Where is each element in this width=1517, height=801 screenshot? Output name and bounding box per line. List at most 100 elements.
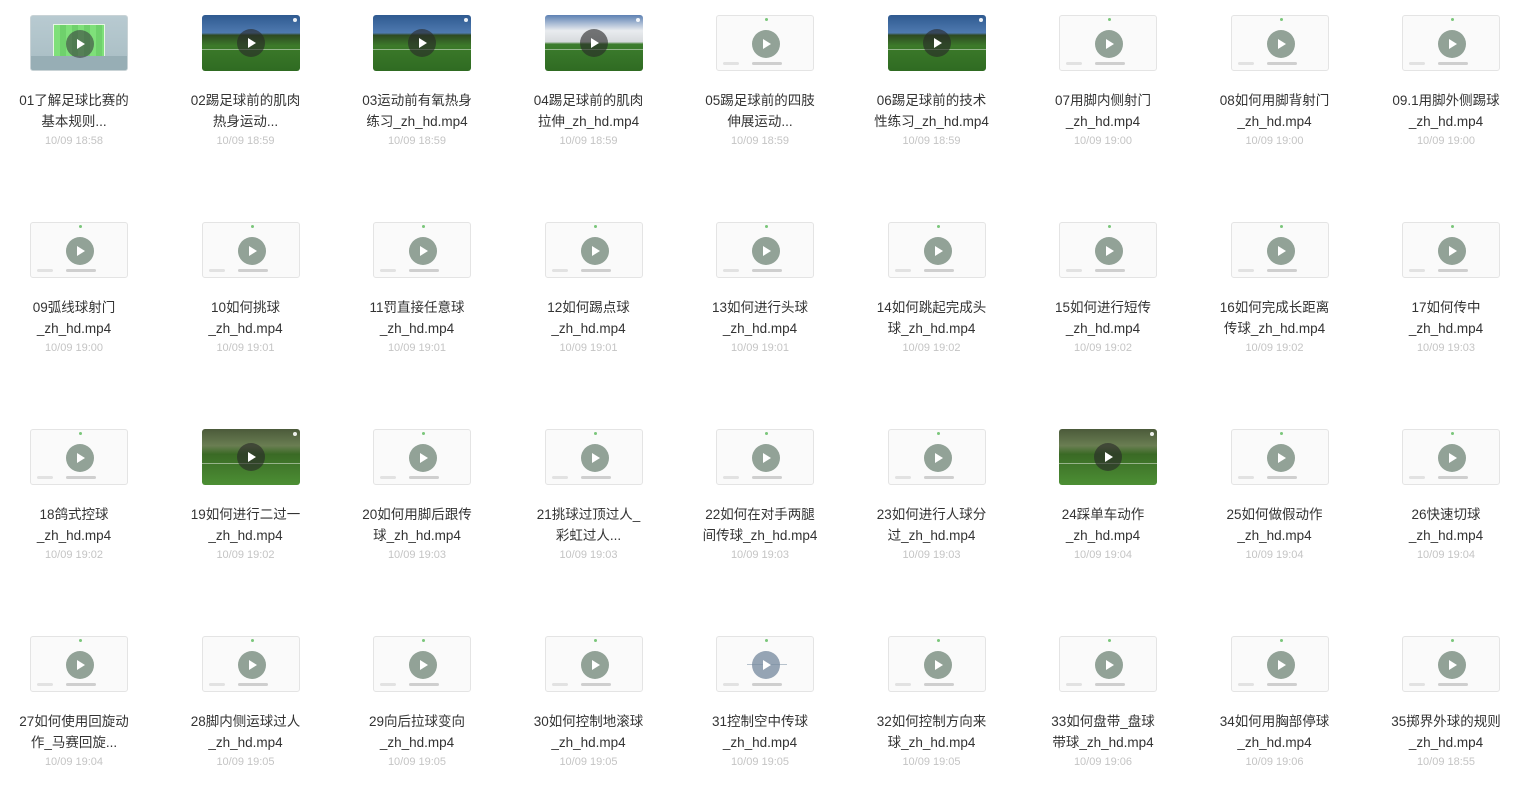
file-name[interactable]: 24踩单车动作 _zh_hd.mp4 (1023, 504, 1183, 546)
file-name[interactable]: 27如何使用回旋动 作_马赛回旋... (0, 711, 154, 753)
video-thumbnail[interactable] (544, 636, 643, 692)
play-icon[interactable] (237, 237, 266, 265)
file-name[interactable]: 25如何做假动作 _zh_hd.mp4 (1195, 504, 1355, 546)
video-thumbnail[interactable] (1402, 222, 1500, 278)
play-icon[interactable] (580, 237, 609, 265)
video-thumbnail[interactable] (201, 15, 300, 71)
file-tile[interactable]: 25如何做假动作 _zh_hd.mp4 10/09 19:04 (1195, 414, 1367, 594)
file-name[interactable]: 08如何用脚背射门 _zh_hd.mp4 (1195, 90, 1355, 132)
file-tile[interactable]: 24踩单车动作 _zh_hd.mp4 10/09 19:04 (1023, 414, 1195, 594)
file-name[interactable]: 03运动前有氧热身 练习_zh_hd.mp4 (337, 90, 497, 132)
video-thumbnail[interactable] (887, 429, 986, 485)
video-thumbnail[interactable] (373, 636, 471, 692)
play-icon[interactable] (408, 29, 436, 57)
file-name[interactable]: 14如何跳起完成头 球_zh_hd.mp4 (852, 297, 1012, 339)
play-icon[interactable] (752, 237, 780, 265)
play-icon[interactable] (1438, 444, 1466, 472)
file-tile[interactable]: 13如何进行头球 _zh_hd.mp4 10/09 19:01 (680, 207, 852, 387)
play-icon[interactable] (752, 444, 780, 472)
file-name[interactable]: 21挑球过顶过人_ 彩虹过人... (509, 504, 669, 546)
video-thumbnail[interactable] (1230, 636, 1329, 692)
file-name[interactable]: 07用脚内侧射门 _zh_hd.mp4 (1023, 90, 1183, 132)
file-tile[interactable]: 18鸽式控球 _zh_hd.mp4 10/09 19:02 (0, 414, 166, 594)
play-icon[interactable] (66, 651, 94, 679)
file-tile[interactable]: 31控制空中传球 _zh_hd.mp4 10/09 19:05 (680, 621, 852, 801)
file-tile[interactable]: 16如何完成长距离 传球_zh_hd.mp4 10/09 19:02 (1195, 207, 1367, 387)
file-name[interactable]: 15如何进行短传 _zh_hd.mp4 (1023, 297, 1183, 339)
file-name[interactable]: 26快速切球 _zh_hd.mp4 (1366, 504, 1517, 546)
file-name[interactable]: 17如何传中 _zh_hd.mp4 (1366, 297, 1517, 339)
file-name[interactable]: 13如何进行头球 _zh_hd.mp4 (680, 297, 840, 339)
file-name[interactable]: 28脚内侧运球过人 _zh_hd.mp4 (166, 711, 326, 753)
video-thumbnail[interactable] (1402, 15, 1500, 71)
play-icon[interactable] (580, 444, 609, 472)
video-thumbnail[interactable] (1402, 429, 1500, 485)
play-icon[interactable] (1266, 651, 1295, 679)
file-tile[interactable]: 09.1用脚外侧踢球 _zh_hd.mp4 10/09 19:00 (1366, 0, 1517, 180)
video-thumbnail[interactable] (1402, 636, 1500, 692)
play-icon[interactable] (236, 29, 265, 57)
file-name[interactable]: 20如何用脚后跟传 球_zh_hd.mp4 (337, 504, 497, 546)
video-thumbnail[interactable] (30, 15, 128, 71)
video-thumbnail[interactable] (1230, 429, 1329, 485)
file-name[interactable]: 02踢足球前的肌肉 热身运动... (166, 90, 326, 132)
play-icon[interactable] (1438, 237, 1466, 265)
file-tile[interactable]: 26快速切球 _zh_hd.mp4 10/09 19:04 (1366, 414, 1517, 594)
video-thumbnail[interactable] (716, 222, 814, 278)
file-tile[interactable]: 11罚直接任意球 _zh_hd.mp4 10/09 19:01 (337, 207, 509, 387)
file-tile[interactable]: 20如何用脚后跟传 球_zh_hd.mp4 10/09 19:03 (337, 414, 509, 594)
video-thumbnail[interactable] (1230, 15, 1329, 71)
play-icon[interactable] (1095, 651, 1123, 679)
file-tile[interactable]: 21挑球过顶过人_ 彩虹过人... 10/09 19:03 (509, 414, 681, 594)
file-name[interactable]: 18鸽式控球 _zh_hd.mp4 (0, 504, 154, 546)
play-icon[interactable] (66, 444, 94, 472)
file-tile[interactable]: 03运动前有氧热身 练习_zh_hd.mp4 10/09 18:59 (337, 0, 509, 180)
video-thumbnail[interactable] (30, 636, 128, 692)
play-icon[interactable] (66, 237, 94, 265)
play-icon[interactable] (236, 443, 265, 471)
file-tile[interactable]: 01了解足球比赛的 基本规则... 10/09 18:58 (0, 0, 166, 180)
play-icon[interactable] (922, 29, 951, 57)
play-icon[interactable] (579, 29, 608, 57)
file-tile[interactable]: 08如何用脚背射门 _zh_hd.mp4 10/09 19:00 (1195, 0, 1367, 180)
video-thumbnail[interactable] (201, 636, 300, 692)
file-tile[interactable]: 27如何使用回旋动 作_马赛回旋... 10/09 19:04 (0, 621, 166, 801)
file-tile[interactable]: 29向后拉球变向 _zh_hd.mp4 10/09 19:05 (337, 621, 509, 801)
file-tile[interactable]: 05踢足球前的四肢 伸展运动... 10/09 18:59 (680, 0, 852, 180)
file-name[interactable]: 11罚直接任意球 _zh_hd.mp4 (337, 297, 497, 339)
video-thumbnail[interactable] (716, 429, 814, 485)
file-tile[interactable]: 12如何踢点球 _zh_hd.mp4 10/09 19:01 (509, 207, 681, 387)
file-name[interactable]: 06踢足球前的技术 性练习_zh_hd.mp4 (852, 90, 1012, 132)
play-icon[interactable] (237, 651, 266, 679)
file-tile[interactable]: 32如何控制方向来 球_zh_hd.mp4 10/09 19:05 (852, 621, 1024, 801)
file-name[interactable]: 16如何完成长距离 传球_zh_hd.mp4 (1195, 297, 1355, 339)
play-icon[interactable] (1094, 443, 1122, 471)
file-name[interactable]: 09.1用脚外侧踢球 _zh_hd.mp4 (1366, 90, 1517, 132)
play-icon[interactable] (409, 444, 437, 472)
video-thumbnail[interactable] (887, 15, 986, 71)
file-name[interactable]: 09弧线球射门 _zh_hd.mp4 (0, 297, 154, 339)
play-icon[interactable] (923, 237, 952, 265)
file-name[interactable]: 34如何用胸部停球 _zh_hd.mp4 (1195, 711, 1355, 753)
file-tile[interactable]: 06踢足球前的技术 性练习_zh_hd.mp4 10/09 18:59 (852, 0, 1024, 180)
video-thumbnail[interactable] (30, 222, 128, 278)
play-icon[interactable] (1095, 30, 1123, 58)
video-thumbnail[interactable] (1059, 222, 1157, 278)
play-icon[interactable] (66, 30, 94, 58)
file-name[interactable]: 01了解足球比赛的 基本规则... (0, 90, 154, 132)
file-name[interactable]: 31控制空中传球 _zh_hd.mp4 (680, 711, 840, 753)
play-icon[interactable] (1095, 237, 1123, 265)
file-name[interactable]: 35掷界外球的规则 _zh_hd.mp4 (1366, 711, 1517, 753)
file-tile[interactable]: 15如何进行短传 _zh_hd.mp4 10/09 19:02 (1023, 207, 1195, 387)
file-tile[interactable]: 33如何盘带_盘球 带球_zh_hd.mp4 10/09 19:06 (1023, 621, 1195, 801)
video-thumbnail[interactable] (1230, 222, 1329, 278)
video-thumbnail[interactable] (373, 429, 471, 485)
file-tile[interactable]: 14如何跳起完成头 球_zh_hd.mp4 10/09 19:02 (852, 207, 1024, 387)
play-icon[interactable] (752, 30, 780, 58)
video-thumbnail[interactable] (544, 222, 643, 278)
play-icon[interactable] (409, 237, 437, 265)
file-name[interactable]: 33如何盘带_盘球 带球_zh_hd.mp4 (1023, 711, 1183, 753)
file-name[interactable]: 30如何控制地滚球 _zh_hd.mp4 (509, 711, 669, 753)
video-thumbnail[interactable] (544, 429, 643, 485)
file-name[interactable]: 29向后拉球变向 _zh_hd.mp4 (337, 711, 497, 753)
